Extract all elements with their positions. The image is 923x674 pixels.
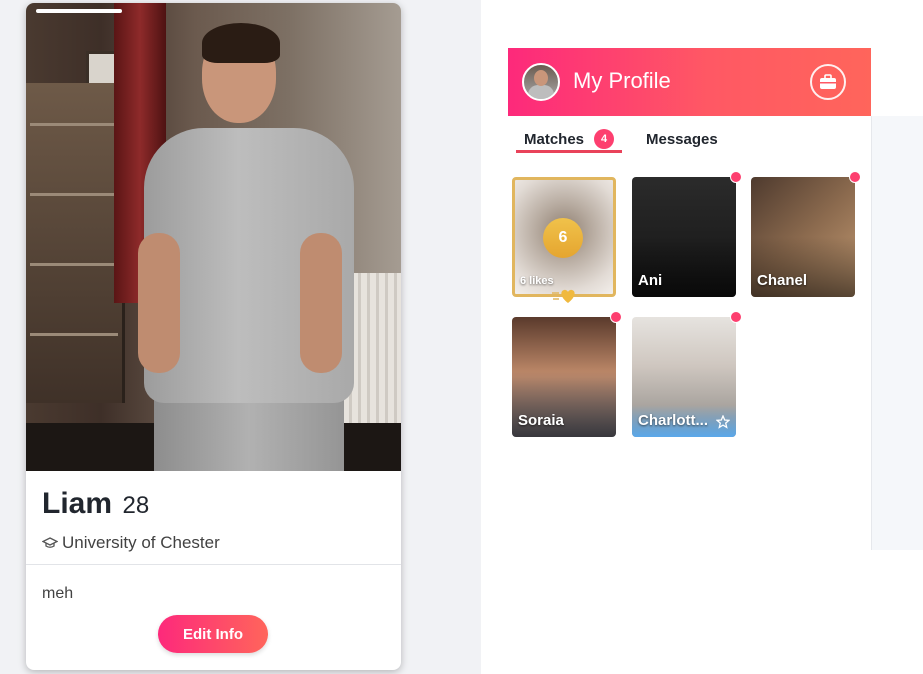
- match-name: Charlott...: [638, 412, 708, 429]
- match-tile-chanel[interactable]: Chanel: [751, 177, 855, 297]
- profile-photo[interactable]: [26, 3, 401, 471]
- profile-name-row: Liam 28: [42, 487, 149, 521]
- likes-label: 6 likes: [520, 275, 554, 287]
- match-name: Chanel: [757, 272, 808, 289]
- edit-info-button[interactable]: Edit Info: [158, 615, 268, 653]
- photo-progress-bar: [36, 9, 122, 13]
- match-tile-ani[interactable]: Ani: [632, 177, 736, 297]
- briefcase-icon: [820, 74, 836, 89]
- match-tile-soraia[interactable]: Soraia: [512, 317, 616, 437]
- profile-card[interactable]: Liam 28 University of Chester meh Edit I…: [26, 3, 401, 670]
- unread-dot: [730, 171, 742, 183]
- match-tile-charlotte[interactable]: Charlott...: [632, 317, 736, 437]
- profile-divider: [26, 564, 401, 565]
- match-name: Ani: [638, 272, 663, 289]
- briefcase-button[interactable]: [810, 64, 846, 100]
- profile-school: University of Chester: [62, 533, 220, 552]
- my-profile-title[interactable]: My Profile: [573, 68, 671, 94]
- star-icon: [716, 415, 730, 429]
- profile-header: My Profile: [508, 48, 871, 116]
- unread-dot: [610, 311, 622, 323]
- photo-person-arm: [138, 233, 180, 373]
- profile-school-row: University of Chester: [42, 533, 220, 553]
- profile-name: Liam: [42, 487, 113, 520]
- graduation-cap-icon: [42, 537, 58, 548]
- photo-person-hair: [202, 23, 280, 63]
- tab-messages[interactable]: Messages: [646, 131, 718, 148]
- tab-matches[interactable]: Matches: [524, 131, 584, 148]
- photo-cabinet: [26, 83, 125, 403]
- heart-icon: [550, 289, 575, 303]
- profile-age: 28: [122, 492, 150, 519]
- avatar[interactable]: [522, 63, 560, 101]
- tab-active-indicator: [516, 150, 622, 153]
- photo-person-arm: [300, 233, 342, 373]
- match-name: Soraia: [518, 412, 564, 429]
- profile-bio: meh: [42, 585, 74, 602]
- matches-count-badge: 4: [594, 129, 614, 149]
- panel-side-strip: [871, 116, 923, 550]
- unread-dot: [730, 311, 742, 323]
- likes-count-badge: 6: [543, 218, 583, 258]
- unread-dot: [849, 171, 861, 183]
